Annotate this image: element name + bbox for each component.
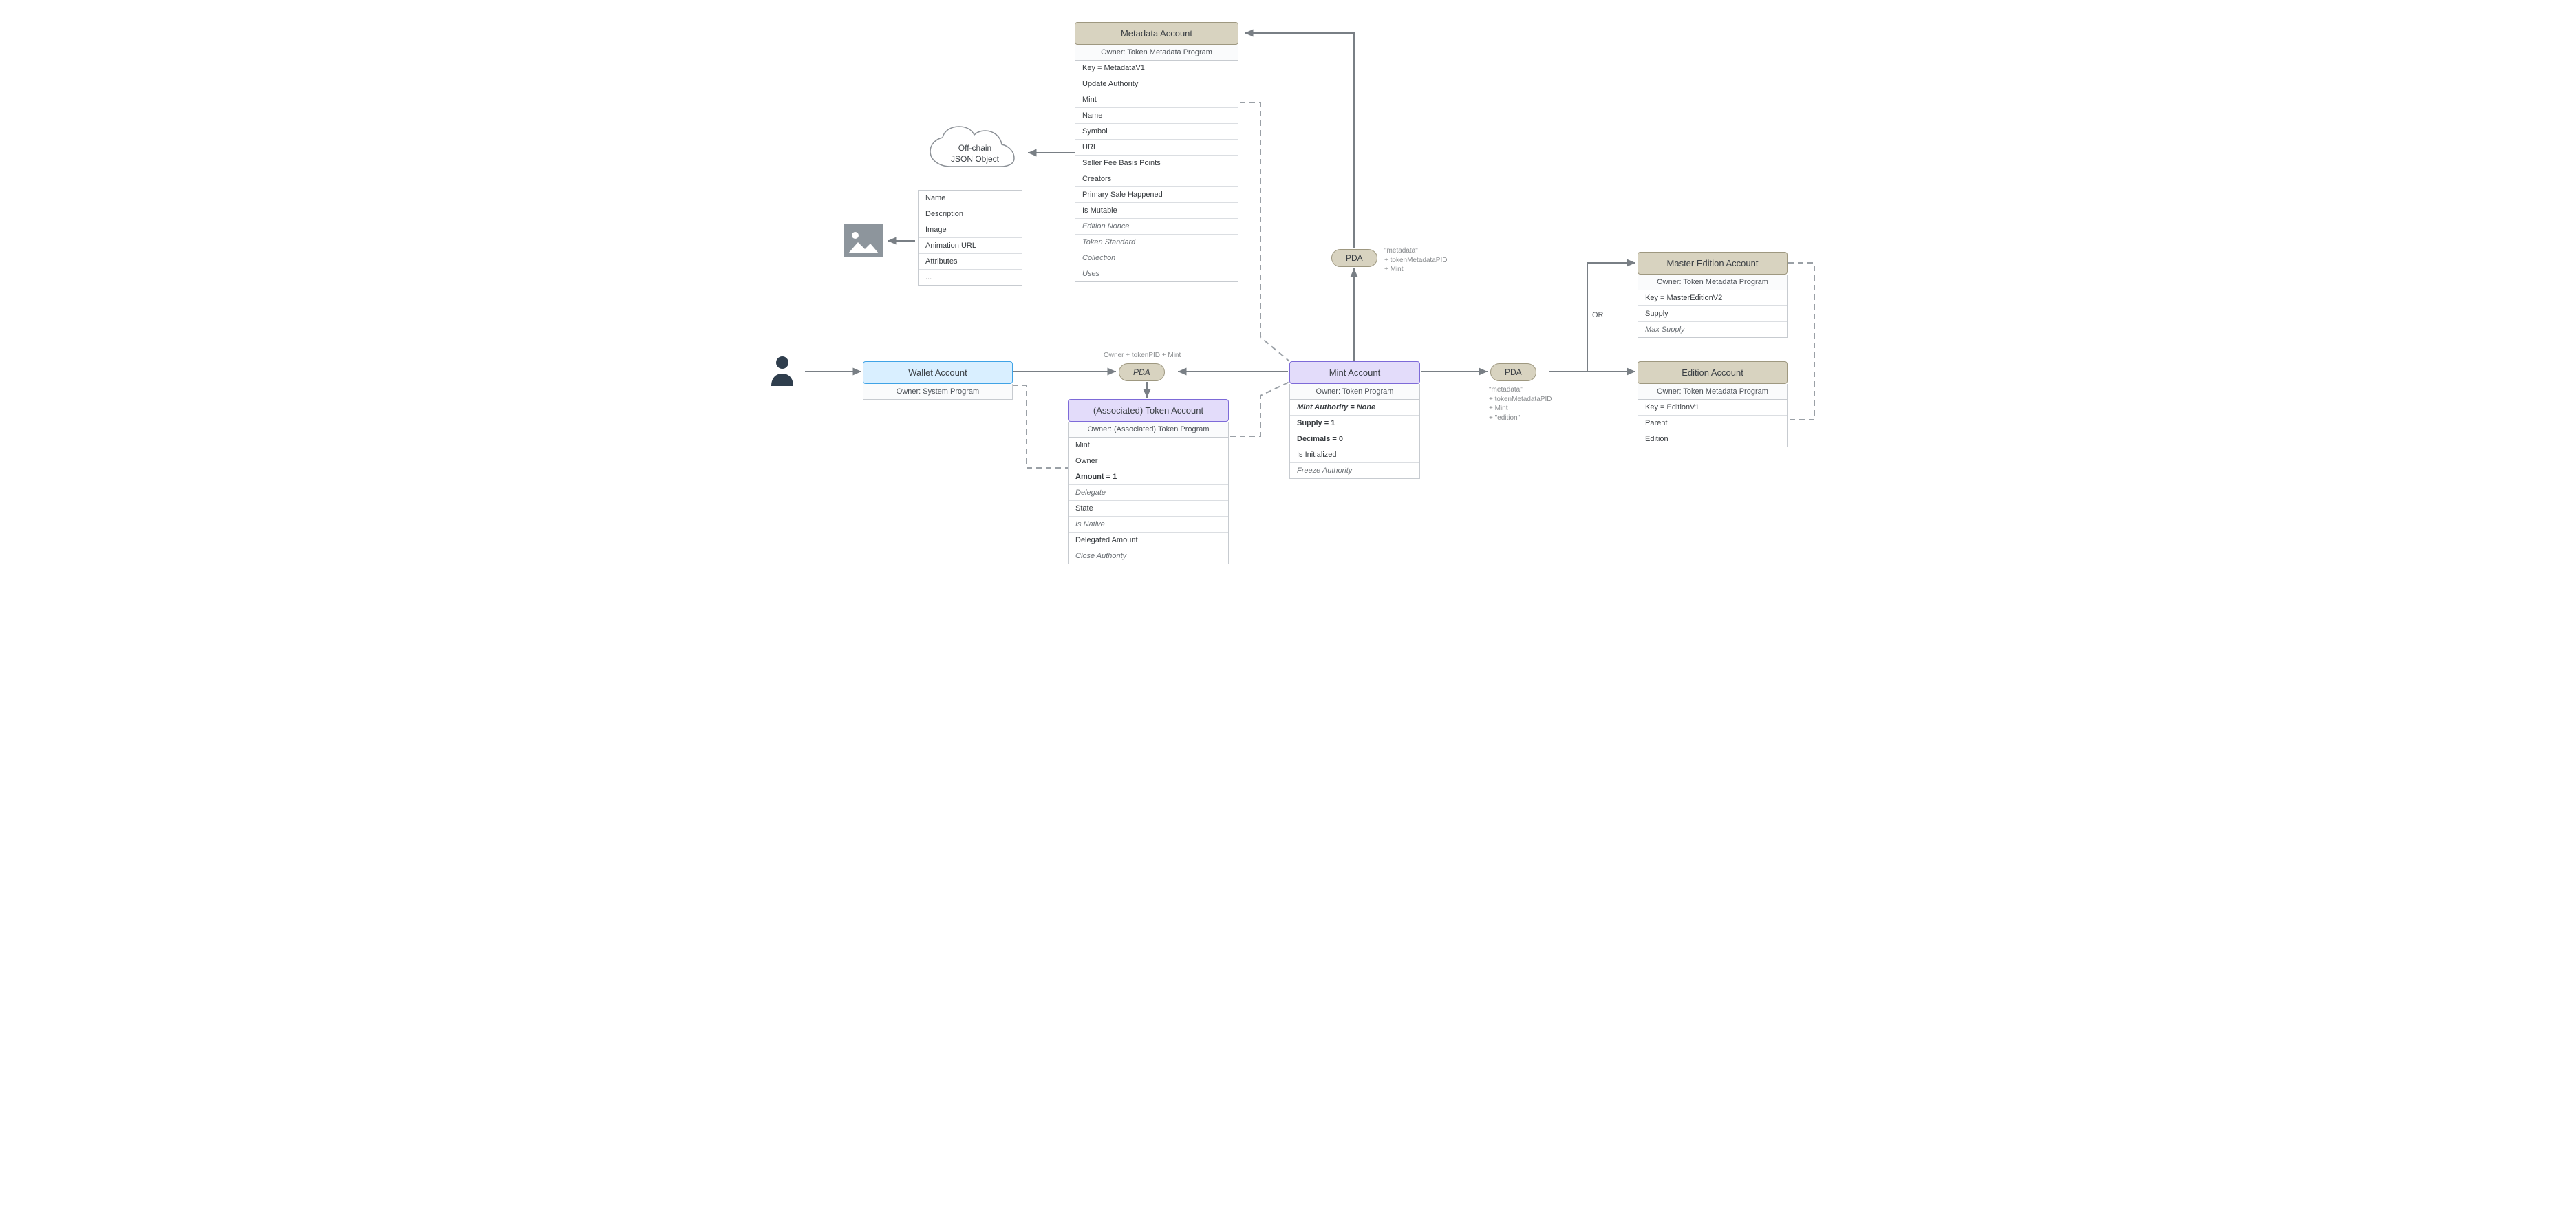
- field-row: Symbol: [1075, 124, 1238, 140]
- offchain-fields: NameDescriptionImageAnimation URLAttribu…: [918, 190, 1022, 286]
- pda-meta: PDA: [1331, 249, 1377, 267]
- image-placeholder-icon: [844, 224, 883, 257]
- field-row: Mint Authority = None: [1290, 400, 1419, 416]
- field-row: URI: [1075, 140, 1238, 156]
- mint-account-node: Mint Account Owner: Token Program Mint A…: [1289, 361, 1420, 479]
- edition-node: Edition Account Owner: Token Metadata Pr…: [1638, 361, 1788, 447]
- field-row: Name: [1075, 108, 1238, 124]
- pda-assoc-seeds: Owner + tokenPID + Mint: [1104, 351, 1181, 361]
- pda-ed: PDA: [1490, 363, 1536, 381]
- field-row: Primary Sale Happened: [1075, 187, 1238, 203]
- field-row: Parent: [1638, 416, 1787, 431]
- field-row: Is Initialized: [1290, 447, 1419, 463]
- field-row: Uses: [1075, 266, 1238, 281]
- or-label: OR: [1592, 311, 1604, 319]
- wallet-title: Wallet Account: [863, 361, 1013, 384]
- pda-ed-seeds: "metadata" + tokenMetadataPID + Mint + "…: [1489, 385, 1552, 422]
- field-row: State: [1069, 501, 1228, 517]
- metadata-owner: Owner: Token Metadata Program: [1075, 45, 1238, 61]
- field-row: Mint: [1075, 92, 1238, 108]
- edition-title: Edition Account: [1638, 361, 1788, 384]
- master-owner: Owner: Token Metadata Program: [1638, 275, 1788, 290]
- pda-assoc: PDA: [1119, 363, 1165, 381]
- master-fields: Key = MasterEditionV2SupplyMax Supply: [1638, 290, 1788, 338]
- token-owner: Owner: (Associated) Token Program: [1068, 422, 1229, 438]
- master-edition-node: Master Edition Account Owner: Token Meta…: [1638, 252, 1788, 338]
- token-account-node: (Associated) Token Account Owner: (Assoc…: [1068, 399, 1229, 564]
- field-row: Seller Fee Basis Points: [1075, 156, 1238, 171]
- metadata-title: Metadata Account: [1075, 22, 1238, 45]
- field-row: Edition: [1638, 431, 1787, 447]
- pda-meta-seeds: "metadata" + tokenMetadataPID + Mint: [1384, 246, 1447, 275]
- mint-title: Mint Account: [1289, 361, 1420, 384]
- field-row: Owner: [1069, 453, 1228, 469]
- metadata-account-node: Metadata Account Owner: Token Metadata P…: [1075, 22, 1238, 282]
- field-row: Amount = 1: [1069, 469, 1228, 485]
- field-row: Supply = 1: [1290, 416, 1419, 431]
- field-row: Description: [919, 206, 1022, 222]
- field-row: Mint: [1069, 438, 1228, 453]
- field-row: Image: [919, 222, 1022, 238]
- field-row: Is Mutable: [1075, 203, 1238, 219]
- field-row: Freeze Authority: [1290, 463, 1419, 478]
- field-row: Collection: [1075, 250, 1238, 266]
- token-fields: MintOwnerAmount = 1DelegateStateIs Nativ…: [1068, 438, 1229, 564]
- field-row: Name: [919, 191, 1022, 206]
- field-row: Edition Nonce: [1075, 219, 1238, 235]
- mint-owner: Owner: Token Program: [1289, 384, 1420, 400]
- edition-fields: Key = EditionV1ParentEdition: [1638, 400, 1788, 447]
- field-row: Key = EditionV1: [1638, 400, 1787, 416]
- user-icon: [769, 354, 796, 386]
- edition-owner: Owner: Token Metadata Program: [1638, 384, 1788, 400]
- field-row: Supply: [1638, 306, 1787, 322]
- field-row: Attributes: [919, 254, 1022, 270]
- field-row: Update Authority: [1075, 76, 1238, 92]
- offchain-cloud: Off-chain JSON Object: [923, 125, 1027, 180]
- metadata-fields: Key = MetadataV1Update AuthorityMintName…: [1075, 61, 1238, 282]
- wallet-account-node: Wallet Account Owner: System Program: [863, 361, 1013, 400]
- field-row: Creators: [1075, 171, 1238, 187]
- mint-fields: Mint Authority = NoneSupply = 1Decimals …: [1289, 400, 1420, 479]
- field-row: Decimals = 0: [1290, 431, 1419, 447]
- master-title: Master Edition Account: [1638, 252, 1788, 275]
- field-row: Is Native: [1069, 517, 1228, 533]
- field-row: Max Supply: [1638, 322, 1787, 337]
- field-row: Delegate: [1069, 485, 1228, 501]
- field-row: Delegated Amount: [1069, 533, 1228, 548]
- field-row: Key = MetadataV1: [1075, 61, 1238, 76]
- offchain-cloud-label: Off-chain JSON Object: [923, 143, 1027, 164]
- field-row: Close Authority: [1069, 548, 1228, 564]
- diagram-stage: Wallet Account Owner: System Program PDA…: [751, 14, 1825, 578]
- field-row: ...: [919, 270, 1022, 285]
- field-row: Key = MasterEditionV2: [1638, 290, 1787, 306]
- wallet-owner: Owner: System Program: [863, 384, 1013, 400]
- field-row: Animation URL: [919, 238, 1022, 254]
- field-row: Token Standard: [1075, 235, 1238, 250]
- token-title: (Associated) Token Account: [1068, 399, 1229, 422]
